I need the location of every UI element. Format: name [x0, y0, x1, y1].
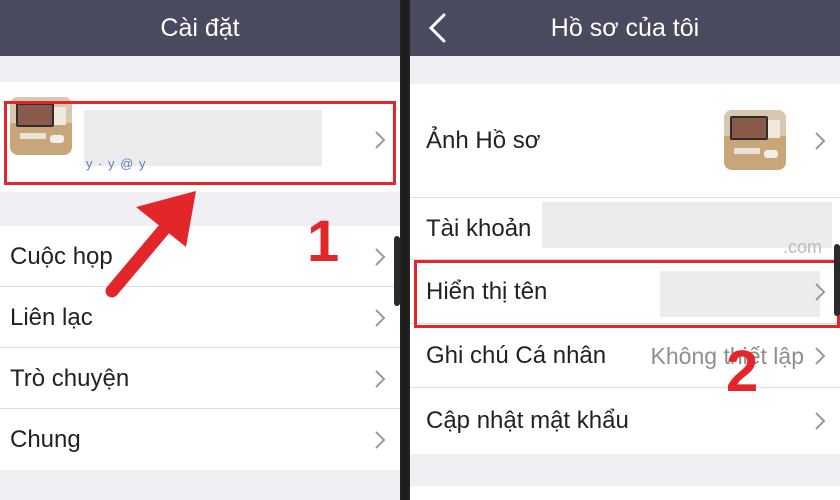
chevron-right-icon	[814, 411, 826, 431]
display-name-row[interactable]: Hiển thị tên	[410, 260, 840, 324]
profile-title: Hồ sơ của tôi	[550, 13, 700, 42]
account-row[interactable]: Tài khoản .com	[410, 198, 840, 260]
menu-item-label: Cuộc họp	[10, 242, 113, 270]
blurred-display-name	[660, 271, 820, 317]
profile-email-partial: y · y @ y	[86, 156, 147, 171]
next-section	[410, 486, 840, 500]
profile-panel: Hồ sơ của tôi Ảnh Hồ sơ Tài khoản .com H…	[408, 0, 840, 500]
chevron-right-icon	[374, 130, 386, 150]
row-label: Hiển thị tên	[426, 278, 548, 305]
row-label: Ghi chú Cá nhân	[426, 342, 607, 369]
chevron-right-icon	[374, 430, 386, 450]
row-label: Ảnh Hồ sơ	[426, 127, 541, 154]
settings-title: Cài đặt	[160, 13, 240, 42]
profile-list: Ảnh Hồ sơ Tài khoản .com Hiển thị tên Gh…	[410, 84, 840, 454]
step-marker-1: 1	[307, 209, 340, 274]
chevron-right-icon	[814, 282, 826, 302]
menu-item-label: Trò chuyện	[10, 364, 130, 392]
edge-scroll-handle	[834, 244, 840, 316]
profile-photo-row[interactable]: Ảnh Hồ sơ	[410, 84, 840, 198]
menu-item-label: Chung	[10, 425, 81, 453]
profile-photo	[724, 110, 786, 170]
chevron-right-icon	[374, 308, 386, 328]
settings-header: Cài đặt	[0, 0, 400, 56]
menu-item-general[interactable]: Chung	[0, 409, 400, 470]
row-label: Cập nhật mật khẩu	[426, 407, 629, 434]
menu-item-chat[interactable]: Trò chuyện	[0, 348, 400, 409]
row-label: Tài khoản	[426, 215, 532, 242]
profile-header: Hồ sơ của tôi	[410, 0, 840, 56]
red-arrow-icon	[105, 191, 196, 298]
chevron-right-icon	[814, 346, 826, 366]
personal-note-row[interactable]: Ghi chú Cá nhân Không thiết lập	[410, 324, 840, 388]
edge-scroll-handle	[394, 236, 400, 306]
chevron-right-icon	[374, 369, 386, 389]
profile-card[interactable]: y · y @ y	[0, 82, 400, 192]
account-suffix: .com	[782, 237, 822, 257]
avatar-image	[10, 97, 72, 155]
update-password-row[interactable]: Cập nhật mật khẩu	[410, 388, 840, 454]
avatar-image	[724, 110, 786, 170]
menu-item-label: Liên lạc	[10, 303, 93, 331]
step-marker-2: 2	[726, 339, 759, 404]
chevron-right-icon	[374, 247, 386, 267]
profile-avatar	[10, 97, 72, 155]
back-arrow-icon[interactable]	[426, 8, 454, 48]
chevron-right-icon	[814, 131, 826, 151]
settings-panel: Cài đặt y · y @ y Cuộc họp Liên lạc Trò …	[0, 0, 402, 500]
